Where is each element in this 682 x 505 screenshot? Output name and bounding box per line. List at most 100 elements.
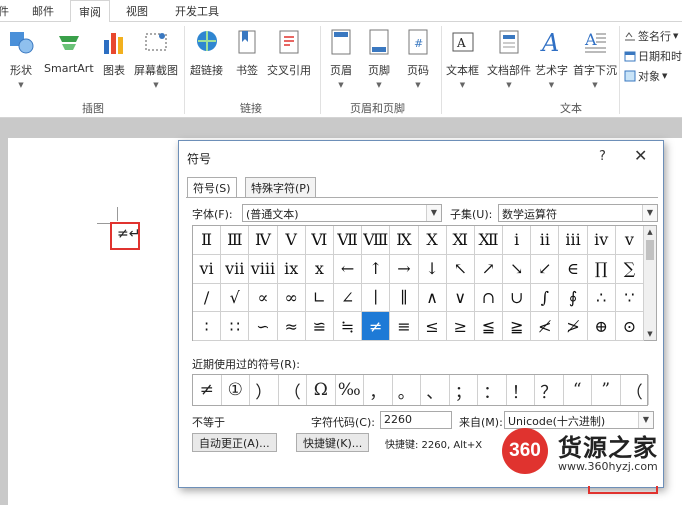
- symbol-cell[interactable]: Ⅱ: [193, 226, 222, 255]
- recent-symbol-cell[interactable]: ≠: [193, 375, 222, 405]
- symbol-cell[interactable]: ⅲ: [559, 226, 588, 255]
- symbol-cell[interactable]: ∑: [615, 254, 644, 284]
- subset-select[interactable]: 数学运算符 ▼: [498, 204, 658, 222]
- symbol-cell[interactable]: ≠: [362, 312, 391, 341]
- wordart-button[interactable]: A 艺术字 ▼: [535, 28, 568, 89]
- symbol-cell[interactable]: ⅳ: [587, 226, 616, 255]
- symbol-cell[interactable]: ↖: [446, 254, 475, 284]
- recent-symbol-cell[interactable]: ！: [507, 375, 535, 405]
- symbol-cell[interactable]: ∏: [587, 254, 616, 284]
- symbol-cell[interactable]: ∧: [418, 283, 447, 313]
- recent-symbol-cell[interactable]: ；: [450, 375, 478, 405]
- symbol-cell[interactable]: ∷: [221, 312, 250, 341]
- symbol-cell[interactable]: ∩: [474, 283, 504, 313]
- symbol-cell[interactable]: ∣: [362, 283, 391, 313]
- header-button[interactable]: 页眉 ▼: [328, 28, 354, 89]
- symbol-cell[interactable]: ≒: [333, 312, 363, 341]
- symbol-cell[interactable]: ≦: [474, 312, 504, 341]
- tab-file[interactable]: 件: [0, 3, 9, 19]
- tab-developer[interactable]: 开发工具: [175, 3, 219, 19]
- scroll-up-icon[interactable]: ▲: [644, 226, 656, 238]
- charcode-input[interactable]: 2260: [380, 411, 452, 429]
- tab-special-chars[interactable]: 特殊字符(P): [245, 177, 317, 197]
- recent-symbol-cell[interactable]: ：: [478, 375, 507, 405]
- hyperlink-button[interactable]: 超链接: [190, 28, 223, 78]
- font-select[interactable]: (普通文本) ▼: [242, 204, 442, 222]
- quickparts-button[interactable]: 文档部件 ▼: [487, 28, 531, 89]
- symbol-cell[interactable]: √: [221, 283, 250, 313]
- symbol-cell[interactable]: ∴: [587, 283, 616, 313]
- symbol-cell[interactable]: ↗: [474, 254, 504, 284]
- symbol-cell[interactable]: Ⅶ: [333, 226, 363, 255]
- crossref-button[interactable]: 交叉引用: [267, 28, 311, 78]
- symbol-cell[interactable]: ∨: [446, 283, 475, 313]
- dropcap-button[interactable]: A 首字下沉 ▼: [573, 28, 617, 89]
- datetime-button[interactable]: 日期和时: [624, 48, 682, 64]
- symbol-cell[interactable]: ↑: [362, 254, 391, 284]
- symbol-cell[interactable]: ⅱ: [531, 226, 560, 255]
- object-button[interactable]: 对象 ▼: [624, 68, 667, 84]
- symbol-cell[interactable]: Ⅳ: [249, 226, 278, 255]
- symbol-cell[interactable]: Ⅻ: [474, 226, 504, 255]
- symbol-cell[interactable]: Ⅴ: [277, 226, 306, 255]
- textbox-button[interactable]: A 文本框 ▼: [446, 28, 479, 89]
- recent-symbol-cell[interactable]: 、: [421, 375, 450, 405]
- recent-symbol-cell[interactable]: ”: [592, 375, 621, 405]
- chart-button[interactable]: 图表: [101, 28, 127, 78]
- tab-review[interactable]: 审阅: [70, 0, 110, 23]
- symbol-cell[interactable]: ↘: [503, 254, 532, 284]
- symbol-cell[interactable]: ↓: [418, 254, 447, 284]
- bookmark-button[interactable]: 书签: [234, 28, 260, 78]
- symbol-cell[interactable]: Ⅲ: [221, 226, 250, 255]
- symbol-cell[interactable]: ⅶ: [221, 254, 250, 284]
- smartart-button[interactable]: SmartArt: [44, 28, 94, 75]
- symbol-cell[interactable]: ∝: [249, 283, 278, 313]
- help-icon[interactable]: ?: [599, 149, 606, 164]
- tab-mailings[interactable]: 邮件: [32, 3, 54, 19]
- symbol-cell[interactable]: ≯: [559, 312, 588, 341]
- symbol-cell[interactable]: ↙: [531, 254, 560, 284]
- symbol-cell[interactable]: ∟: [305, 283, 334, 313]
- symbol-cell[interactable]: ⅹ: [305, 254, 334, 284]
- symbol-cell[interactable]: ←: [333, 254, 363, 284]
- symbol-cell[interactable]: ≡: [390, 312, 419, 341]
- tab-symbols[interactable]: 符号(S): [187, 177, 237, 198]
- symbol-cell[interactable]: Ⅸ: [390, 226, 419, 255]
- symbol-cell[interactable]: ∞: [277, 283, 306, 313]
- symbol-cell[interactable]: ≈: [277, 312, 306, 341]
- symbol-cell[interactable]: ∈: [559, 254, 588, 284]
- footer-button[interactable]: 页脚 ▼: [366, 28, 392, 89]
- scroll-down-icon[interactable]: ▼: [644, 328, 656, 340]
- recent-symbol-cell[interactable]: （: [621, 375, 649, 405]
- recent-symbol-cell[interactable]: 。: [393, 375, 421, 405]
- recent-symbol-cell[interactable]: （: [279, 375, 307, 405]
- symbol-cell[interactable]: ≤: [418, 312, 447, 341]
- symbol-cell[interactable]: ≮: [531, 312, 560, 341]
- symbol-cell[interactable]: →: [390, 254, 419, 284]
- symbol-cell[interactable]: ∽: [249, 312, 278, 341]
- symbol-cell[interactable]: ⅴ: [615, 226, 644, 255]
- symbol-cell[interactable]: Ⅵ: [305, 226, 334, 255]
- symbol-cell[interactable]: ≌: [305, 312, 334, 341]
- recent-symbol-cell[interactable]: ‰: [336, 375, 364, 405]
- autocorrect-button[interactable]: 自动更正(A)...: [192, 433, 277, 452]
- symbol-cell[interactable]: ∠: [333, 283, 363, 313]
- symbol-cell[interactable]: ∵: [615, 283, 644, 313]
- symbol-cell[interactable]: Ⅷ: [362, 226, 391, 255]
- symbol-cell[interactable]: ∕: [193, 283, 222, 313]
- recent-symbol-cell[interactable]: ）: [250, 375, 279, 405]
- symbol-cell[interactable]: ≧: [503, 312, 532, 341]
- symbol-cell[interactable]: ⅵ: [193, 254, 222, 284]
- symbol-cell[interactable]: ≥: [446, 312, 475, 341]
- shortcut-key-button[interactable]: 快捷键(K)...: [296, 433, 370, 452]
- symbol-cell[interactable]: ⊙: [615, 312, 644, 341]
- recent-symbol-cell[interactable]: “: [564, 375, 592, 405]
- scroll-thumb[interactable]: [646, 240, 654, 260]
- recent-symbol-cell[interactable]: ①: [222, 375, 250, 405]
- shapes-button[interactable]: 形状 ▼: [8, 28, 34, 89]
- symbol-cell[interactable]: ∶: [193, 312, 222, 341]
- symbol-cell[interactable]: Ⅺ: [446, 226, 475, 255]
- symbol-grid-scrollbar[interactable]: ▲ ▼: [644, 225, 657, 341]
- close-icon[interactable]: ✕: [634, 146, 647, 165]
- symbol-cell[interactable]: ⅸ: [277, 254, 306, 284]
